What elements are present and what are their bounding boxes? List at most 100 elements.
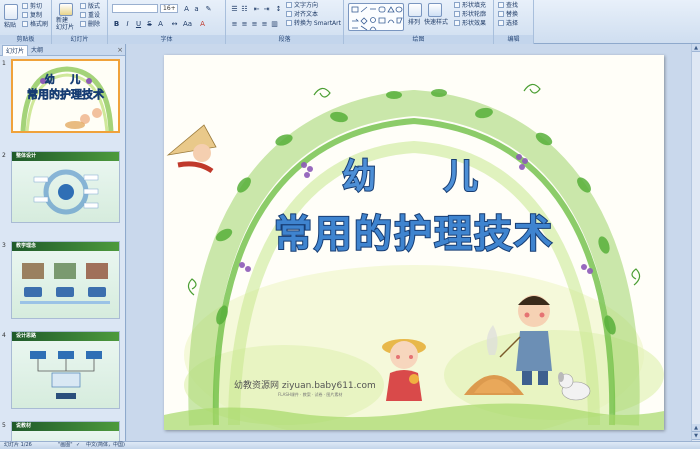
- theme-name: "画图": [58, 442, 73, 448]
- slide-thumbnail-2[interactable]: 整体设计: [11, 151, 120, 223]
- font-size-box[interactable]: 16+: [160, 4, 178, 13]
- shapes-gallery[interactable]: [348, 3, 404, 31]
- grow-font-icon[interactable]: A: [182, 4, 191, 13]
- current-slide[interactable]: 幼 儿 常用的护理技术 幼教资源网 ziyuan.baby611.com FLA…: [164, 55, 664, 430]
- shadow-button[interactable]: A: [156, 19, 165, 28]
- shape-outline-button[interactable]: 形状轮廓: [454, 11, 486, 19]
- slide-title-line2[interactable]: 常用的护理技术: [164, 203, 664, 258]
- arrange-icon[interactable]: [408, 3, 422, 17]
- find-button[interactable]: 查找: [498, 2, 518, 10]
- shape-effects-button[interactable]: 形状效果: [454, 20, 486, 28]
- strikethrough-button[interactable]: S: [145, 19, 154, 28]
- slide-thumbnail-1[interactable]: 幼 儿 常用的护理技术: [11, 59, 120, 133]
- change-case-icon[interactable]: Aa: [182, 19, 192, 28]
- quick-styles-button[interactable]: 快速样式: [424, 19, 448, 27]
- align-center-icon[interactable]: ≡: [240, 19, 249, 28]
- thumbnail-header: 教学理念: [12, 242, 119, 251]
- shape-fill-button[interactable]: 形状填充: [454, 2, 486, 10]
- slide-thumbnail-row: 1 幼 儿 常用的护理技术: [0, 58, 125, 136]
- drawing-group-label: 绘图: [344, 35, 493, 44]
- cut-button[interactable]: 剪切: [22, 3, 42, 11]
- align-text-icon: [286, 11, 292, 17]
- shrink-font-icon[interactable]: a: [192, 4, 201, 13]
- pen-icon: [454, 11, 460, 17]
- arrange-button[interactable]: 排列: [408, 19, 420, 27]
- bullets-icon[interactable]: ☰: [230, 4, 239, 13]
- smartart-icon: [286, 20, 292, 26]
- paste-button[interactable]: 粘贴: [4, 22, 16, 30]
- slides-group-label: 幻灯片: [52, 35, 107, 44]
- smartart-button[interactable]: 转换为 SmartArt: [286, 20, 341, 28]
- slide-title-line1[interactable]: 幼 儿: [164, 149, 664, 198]
- text-direction-button[interactable]: 文字方向: [286, 2, 318, 10]
- close-icon[interactable]: ×: [117, 46, 123, 54]
- paragraph-group: ☰ ☷ ⇤ ⇥ ↕ ≡ ≡ ≡ ≡ ▥ 文字方向 对齐文本 转换为 SmartA…: [226, 0, 344, 44]
- watermark-text: 幼教资源网 ziyuan.baby611.com: [234, 381, 376, 391]
- slide-editing-area: 幼 儿 常用的护理技术 幼教资源网 ziyuan.baby611.com FLA…: [127, 44, 700, 441]
- thumbnail-header: 整体设计: [12, 152, 119, 161]
- paste-icon[interactable]: [4, 4, 18, 20]
- underline-button[interactable]: U: [134, 19, 143, 28]
- slide-thumbnail-row: 3 教学理念: [0, 240, 125, 324]
- tab-outline[interactable]: 大纲: [28, 45, 46, 56]
- slide-thumbnail-3[interactable]: 教学理念: [11, 241, 120, 319]
- justify-icon[interactable]: ≡: [260, 19, 269, 28]
- delete-icon: [80, 21, 86, 27]
- thumbnail-body: [12, 251, 119, 318]
- clipboard-group-label: 剪贴板: [0, 35, 51, 44]
- clear-format-icon[interactable]: ✎: [204, 4, 213, 13]
- decrease-indent-icon[interactable]: ⇤: [252, 4, 261, 13]
- new-slide-button[interactable]: 新建 幻灯片: [56, 17, 74, 31]
- brush-icon: [22, 21, 28, 27]
- line-spacing-icon[interactable]: ↕: [274, 4, 283, 13]
- layout-button[interactable]: 版式: [80, 3, 100, 11]
- slide-counter: 幻灯片 1/26: [4, 442, 32, 448]
- slide-thumbnail-row: 4 设计思路: [0, 330, 125, 414]
- thumbnail-title-line2: 常用的护理技术: [27, 88, 105, 102]
- thumbnail-flowchart: [30, 351, 102, 399]
- editing-group-label: 编辑: [494, 35, 533, 44]
- effects-icon: [454, 20, 460, 26]
- align-left-icon[interactable]: ≡: [230, 19, 239, 28]
- slide-thumbnail-5[interactable]: 说教材: [11, 421, 120, 441]
- align-text-button[interactable]: 对齐文本: [286, 11, 318, 19]
- paragraph-group-label: 段落: [226, 35, 343, 44]
- reset-button[interactable]: 重设: [80, 12, 100, 20]
- clipboard-group: 粘贴 剪切 复制 格式刷 剪贴板: [0, 0, 52, 44]
- language-indicator[interactable]: 中文(简体，中国): [86, 442, 125, 449]
- select-button[interactable]: 选择: [498, 20, 518, 28]
- status-bar: 幻灯片 1/26 "画图" ✓ 中文(简体，中国): [0, 441, 700, 449]
- thumbnail-header: 说教材: [12, 422, 119, 431]
- columns-icon[interactable]: ▥: [270, 19, 279, 28]
- align-right-icon[interactable]: ≡: [250, 19, 259, 28]
- thumbnail-header: 设计思路: [12, 332, 119, 341]
- format-painter-button[interactable]: 格式刷: [22, 21, 48, 29]
- vertical-scrollbar[interactable]: ▲ ▲ ▼: [691, 44, 700, 441]
- drawing-group: 排列 快速样式 形状填充 形状轮廓 形状效果 绘图: [344, 0, 494, 44]
- thumbnail-photos: [20, 263, 110, 304]
- font-name-box[interactable]: [112, 4, 158, 13]
- tab-slides[interactable]: 幻灯片: [2, 45, 29, 56]
- scroll-page-up-icon[interactable]: ▲: [692, 424, 700, 432]
- bold-button[interactable]: B: [112, 19, 121, 28]
- scroll-up-icon[interactable]: ▲: [692, 44, 700, 52]
- binoculars-icon: [498, 2, 504, 8]
- thumbnail-body: [12, 161, 119, 222]
- slide-number: 4: [2, 332, 6, 339]
- text-direction-icon: [286, 2, 292, 8]
- scissors-icon: [22, 3, 28, 9]
- italic-button[interactable]: I: [123, 19, 132, 28]
- delete-slide-button[interactable]: 删除: [80, 21, 100, 29]
- slide-thumbnail-4[interactable]: 设计思路: [11, 331, 120, 409]
- replace-button[interactable]: 替换: [498, 11, 518, 19]
- new-slide-icon[interactable]: [59, 3, 73, 16]
- increase-indent-icon[interactable]: ⇥: [262, 4, 271, 13]
- quick-styles-icon[interactable]: [428, 3, 442, 17]
- char-spacing-icon[interactable]: ↔: [170, 19, 179, 28]
- numbering-icon[interactable]: ☷: [240, 4, 249, 13]
- copy-button[interactable]: 复制: [22, 12, 42, 20]
- font-color-icon[interactable]: A: [198, 19, 207, 28]
- spellcheck-icon[interactable]: ✓: [76, 442, 80, 449]
- thumbnail-title-line1: 幼 儿: [44, 75, 87, 87]
- scroll-down-icon[interactable]: ▼: [692, 432, 700, 440]
